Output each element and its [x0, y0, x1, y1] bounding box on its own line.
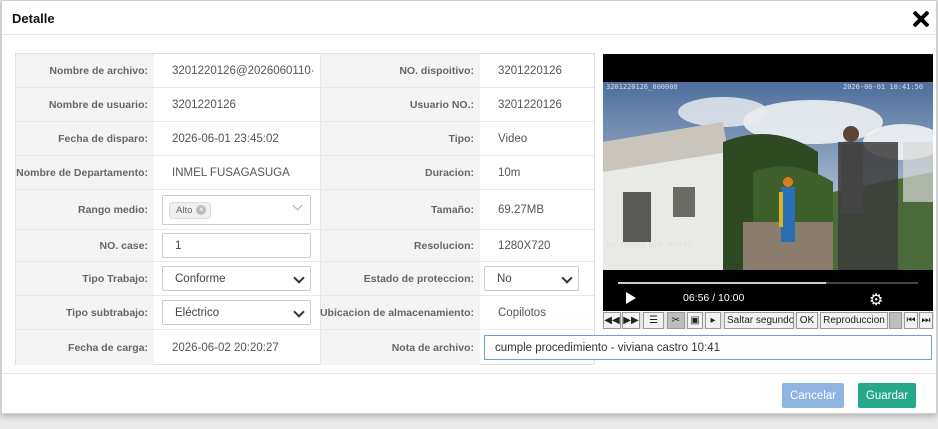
gear-icon[interactable]: ⚙ [869, 290, 883, 310]
tipo-trabajo-value: Conforme [175, 272, 226, 285]
list-icon[interactable]: ☰ [643, 312, 664, 329]
estado-proteccion-label: Estado de proteccion: [320, 262, 480, 295]
departamento-value: INMEL FUSAGASUGA [172, 166, 290, 179]
chevron-down-icon [561, 272, 573, 284]
nombre-usuario-value: 3201220126 [172, 98, 236, 111]
detail-dialog: Detalle Nombre de archivo: 3201220126@20… [1, 0, 937, 414]
form-row: Fecha de disparo: 2026-06-01 23:45:02 Ti… [16, 122, 594, 156]
ubicacion-label: Ubicacion de almacenamiento: [320, 296, 480, 329]
frame-icon[interactable]: ▣ [687, 312, 703, 329]
seek-seconds-input[interactable]: Saltar segundos [724, 312, 794, 329]
nombre-archivo-value: 3201220126@2026060110· [172, 64, 315, 77]
close-icon[interactable] [910, 8, 932, 30]
tipo-subtrabajo-select[interactable]: Eléctrico [162, 300, 311, 325]
form-row: Nombre de Departamento: INMEL FUSAGASUGA… [16, 156, 594, 190]
dispositivo-label: NO. dispoitivo: [320, 54, 480, 87]
rewind-icon[interactable]: ◀◀ [603, 312, 621, 329]
play-icon[interactable] [626, 292, 636, 304]
tipo-subtrabajo-cell: Eléctrico [154, 296, 320, 329]
no-case-cell: 1 [154, 230, 320, 261]
tipo-label: Tipo: [320, 122, 480, 155]
video-progress-fill [618, 282, 826, 284]
dialog-footer: Cancelar Guardar [2, 373, 936, 415]
nota-input[interactable]: cumple procedimiento - viviana castro 10… [484, 335, 932, 360]
tag-remove-icon[interactable]: × [196, 205, 207, 215]
detail-form: Nombre de archivo: 3201220126@2026060110… [15, 53, 595, 365]
fecha-carga-label: Fecha de carga: [16, 330, 154, 365]
tamano-value: 69.27MB [498, 203, 545, 216]
previous-icon[interactable]: ⏮ [904, 312, 918, 329]
usuario-no-value: 3201220126 [498, 98, 562, 111]
fecha-disparo-value: 2026-06-01 23:45:02 [172, 132, 279, 145]
osd-device: 3201220126_000000 [606, 83, 678, 91]
toolbar-spacer [889, 312, 902, 329]
fecha-carga-value: 2026-06-02 20:20:27 [172, 341, 279, 354]
playback-button[interactable]: Reproduccion [820, 312, 888, 329]
rango-medio-cell: Alto × [154, 190, 320, 229]
estado-proteccion-cell: No [480, 262, 596, 295]
cancel-button[interactable]: Cancelar [782, 383, 844, 408]
video-player[interactable]: 3201220126_000000 2026-06-01 10:41:50 N4… [603, 54, 933, 311]
dispositivo-value: 3201220126 [498, 64, 562, 77]
save-button[interactable]: Guardar [858, 383, 916, 408]
video-toolbar: ◀◀ ▶▶ ☰ ✂ ▣ ▸ Saltar segundos OK Reprodu… [603, 312, 934, 329]
chevron-down-icon [293, 306, 305, 318]
duracion-label: Duracion: [320, 156, 480, 189]
dialog-header: Detalle [2, 1, 936, 35]
tipo-trabajo-label: Tipo Trabajo: [16, 262, 154, 295]
chevron-down-icon [293, 272, 305, 284]
nota-label: Nota de archivo: [320, 330, 480, 365]
estado-proteccion-select[interactable]: No [484, 266, 579, 291]
form-row: Tipo subtrabajo: Eléctrico Ubicacion de … [16, 296, 594, 330]
ubicacion-value: Copilotos [498, 306, 546, 319]
rango-medio-tag: Alto × [169, 201, 212, 219]
fast-forward-icon[interactable]: ▶▶ [622, 312, 640, 329]
tipo-trabajo-cell: Conforme [154, 262, 320, 295]
departamento-label: Nombre de Departamento: [16, 156, 154, 189]
form-row: Rango medio: Alto × Tamaño: 69.27MB [16, 190, 594, 230]
usuario-no-label: Usuario NO.: [320, 88, 480, 121]
no-case-input[interactable]: 1 [162, 233, 311, 258]
tipo-subtrabajo-value: Eléctrico [175, 306, 220, 319]
osd-coordinates: N4.289563 W74.466597 [607, 241, 692, 249]
ok-button[interactable]: OK [796, 312, 818, 329]
cut-icon[interactable]: ✂ [667, 312, 685, 329]
form-row: Nombre de usuario: 3201220126 Usuario NO… [16, 88, 594, 122]
nombre-usuario-label: Nombre de usuario: [16, 88, 154, 121]
form-row: NO. case: 1 Resolucion: 1280X720 [16, 230, 594, 262]
form-row: Tipo Trabajo: Conforme Estado de protecc… [16, 262, 594, 296]
nombre-archivo-label: Nombre de archivo: [16, 54, 154, 87]
next-icon[interactable]: ⏭ [919, 312, 933, 329]
tipo-value: Video [498, 132, 528, 145]
chevron-down-icon[interactable] [292, 200, 303, 211]
fecha-disparo-label: Fecha de disparo: [16, 122, 154, 155]
form-row: Nombre de archivo: 3201220126@2026060110… [16, 54, 594, 88]
resolucion-value: 1280X720 [498, 239, 551, 252]
tipo-trabajo-select[interactable]: Conforme [162, 266, 311, 291]
video-controls: 06:56 / 10:00 ⚙ [603, 288, 933, 311]
tamano-label: Tamaño: [320, 190, 480, 229]
video-progress-bar[interactable] [618, 282, 918, 284]
resolucion-label: Resolucion: [320, 230, 480, 261]
no-case-label: NO. case: [16, 230, 154, 261]
duracion-value: 10m [498, 166, 521, 179]
dialog-title: Detalle [12, 11, 55, 26]
osd-timestamp: 2026-06-01 10:41:50 [843, 83, 924, 91]
step-icon[interactable]: ▸ [705, 312, 721, 329]
estado-proteccion-value: No [497, 272, 512, 285]
tipo-subtrabajo-label: Tipo subtrabajo: [16, 296, 154, 329]
rango-medio-label: Rango medio: [16, 190, 154, 229]
rango-medio-tag-label: Alto [176, 204, 193, 216]
video-time: 06:56 / 10:00 [683, 292, 745, 304]
rango-medio-multiselect[interactable]: Alto × [162, 195, 311, 225]
